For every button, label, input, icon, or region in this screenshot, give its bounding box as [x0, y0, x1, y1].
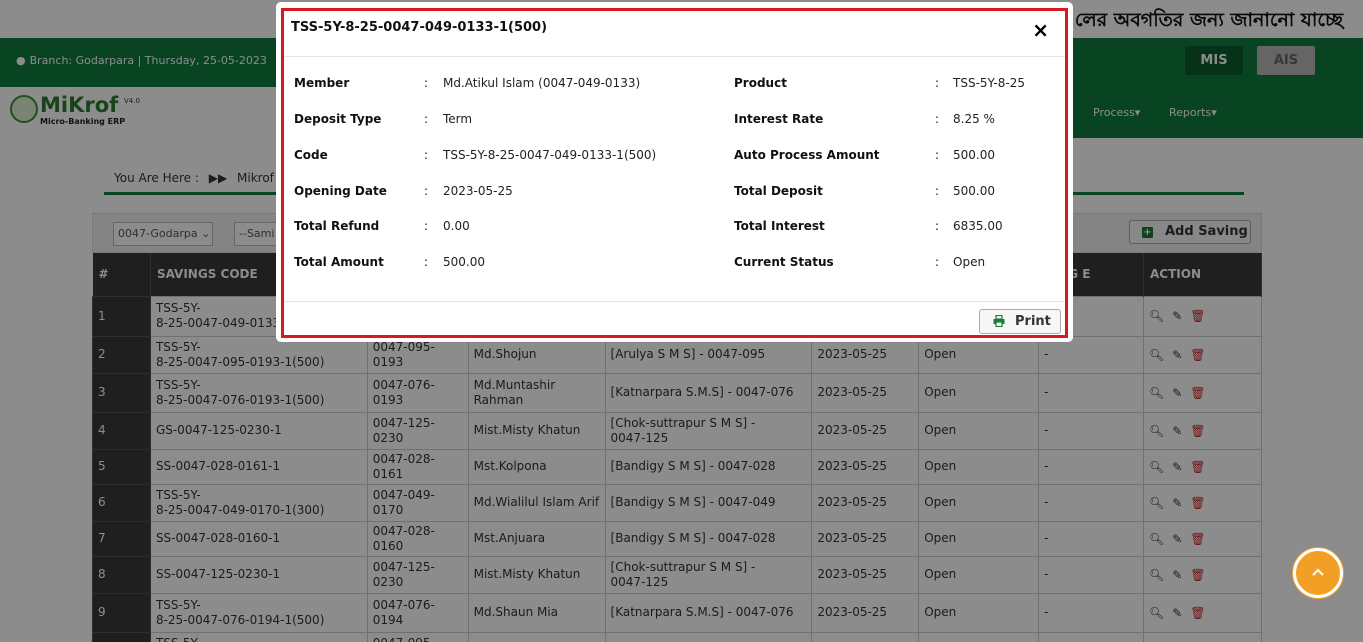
detail-row: Code: TSS-5Y-8-25-0047-049-0133-1(500) Aut… [284, 148, 1065, 168]
detail-value: TSS-5Y-8-25-0047-049-0133-1(500) [443, 148, 657, 162]
detail-label: Total Refund [294, 219, 380, 233]
detail-value: Open [953, 255, 986, 269]
detail-label: Deposit Type [294, 112, 382, 126]
detail-value: TSS-5Y-8-25 [953, 76, 1025, 90]
savings-detail-modal: TSS-5Y-8-25-0047-049-0133-1(500) × Membe… [276, 2, 1073, 342]
printer-icon [993, 314, 1005, 328]
detail-colon: : [424, 112, 429, 126]
detail-label: Total Amount [294, 255, 384, 269]
detail-colon: : [935, 255, 940, 269]
detail-label: Current Status [734, 255, 834, 269]
detail-colon: : [935, 148, 940, 162]
detail-colon: : [935, 112, 940, 126]
detail-colon: : [935, 76, 940, 90]
detail-colon: : [424, 76, 429, 90]
detail-row: Member: Md.Atikul Islam (0047-049-0133) Pr… [284, 76, 1065, 96]
detail-colon: : [424, 148, 429, 162]
detail-value: 500.00 [443, 255, 485, 269]
detail-row: Opening Date:2023-05-25 Total Deposit:500… [284, 184, 1065, 204]
detail-value: 8.25 % [953, 112, 995, 126]
detail-value: 500.00 [953, 148, 995, 162]
detail-value: Md.Atikul Islam (0047-049-0133) [443, 76, 641, 90]
detail-label: Interest Rate [734, 112, 824, 126]
modal-content: TSS-5Y-8-25-0047-049-0133-1(500) × Membe… [281, 8, 1068, 338]
detail-colon: : [424, 255, 429, 269]
modal-header: TSS-5Y-8-25-0047-049-0133-1(500) × [284, 11, 1065, 57]
detail-value: 500.00 [953, 184, 995, 198]
detail-value: 6835.00 [953, 219, 1003, 233]
detail-value: Term [443, 112, 473, 126]
detail-label: Product [734, 76, 787, 90]
chevron-up-icon [1312, 568, 1324, 576]
modal-title: TSS-5Y-8-25-0047-049-0133-1(500) [291, 20, 548, 35]
modal-footer: Print [284, 301, 1065, 335]
detail-label: Opening Date [294, 184, 387, 198]
detail-label: Auto Process Amount [734, 148, 880, 162]
detail-row: Total Amount:500.00 Current Status: Open [284, 255, 1065, 275]
detail-colon: : [424, 219, 429, 233]
print-button[interactable]: Print [979, 309, 1061, 334]
detail-colon: : [935, 184, 940, 198]
detail-label: Total Deposit [734, 184, 823, 198]
detail-row: Deposit Type: Term Interest Rate:8.25 % [284, 112, 1065, 132]
detail-row: Total Refund:0.00 Total Interest:6835.00 [284, 219, 1065, 239]
detail-label: Member [294, 76, 350, 90]
detail-value: 0.00 [443, 219, 470, 233]
detail-label: Code [294, 148, 328, 162]
detail-colon: : [424, 184, 429, 198]
detail-value: 2023-05-25 [443, 184, 513, 198]
close-icon[interactable]: × [1032, 20, 1049, 40]
print-label: Print [1015, 314, 1051, 329]
detail-label: Total Interest [734, 219, 825, 233]
scroll-to-top-button[interactable] [1293, 548, 1343, 598]
detail-colon: : [935, 219, 940, 233]
